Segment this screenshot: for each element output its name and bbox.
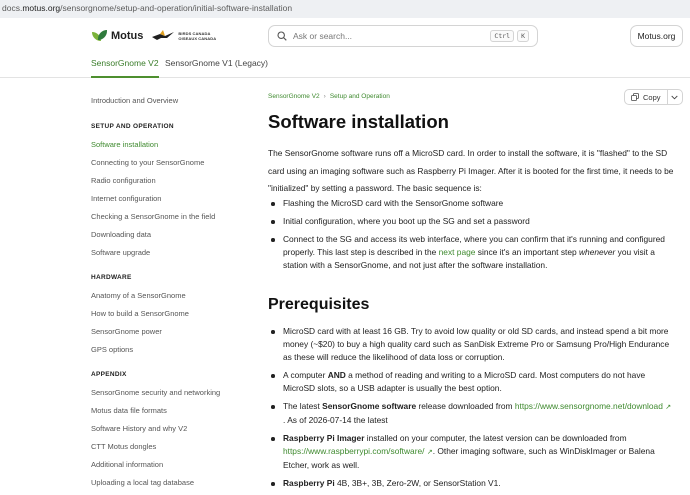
breadcrumb: SensorGnome V2 › Setup and Operation xyxy=(268,93,390,100)
sidebar-item-uploading-tag-database[interactable]: Uploading a local tag database xyxy=(91,477,251,495)
sidebar-item-data-file-formats[interactable]: Motus data file formats xyxy=(91,405,251,423)
bird-logo-icon xyxy=(152,30,175,40)
sidebar-item-downloading-data[interactable]: Downloading data xyxy=(91,229,251,247)
search-box[interactable]: Ask or search... Ctrl K xyxy=(268,25,538,47)
sidebar-item-internet-configuration[interactable]: Internet configuration xyxy=(91,193,251,211)
copy-options-button[interactable] xyxy=(668,90,682,104)
list-item: The latest SensorGnome software release … xyxy=(268,400,678,427)
list-item: Initial configuration, where you boot up… xyxy=(268,215,678,228)
motus-org-button[interactable]: Motus.org xyxy=(630,25,683,47)
search-icon xyxy=(277,31,287,41)
list-item: Flashing the MicroSD card with the Senso… xyxy=(268,197,678,210)
tab-sensorgnome-v2[interactable]: SensorGnome V2 xyxy=(91,58,159,78)
prerequisites-heading: Prerequisites xyxy=(268,296,370,313)
list-item: Raspberry Pi Imager installed on your co… xyxy=(268,432,678,472)
shortcut-key-k: K xyxy=(517,30,529,42)
site-logo[interactable]: Motus BIRDS CANADA OISEAUX CANADA xyxy=(92,27,216,45)
address-bar[interactable]: docs.motus.org/sensorgnome/setup-and-ope… xyxy=(0,0,690,18)
sidebar-heading-hardware: HARDWARE xyxy=(91,274,132,281)
sidebar-item-how-to-build[interactable]: How to build a SensorGnome xyxy=(91,308,251,326)
sidebar-item-connecting[interactable]: Connecting to your SensorGnome xyxy=(91,157,251,175)
intro-paragraph: The SensorGnome software runs off a Micr… xyxy=(268,148,674,193)
sidebar-item-software-upgrade[interactable]: Software upgrade xyxy=(91,247,251,265)
list-item: MicroSD card with at least 16 GB. Try to… xyxy=(268,325,678,364)
motus-leaf-icon xyxy=(92,30,108,42)
next-page-link[interactable]: next page xyxy=(439,247,476,257)
raspberrypi-software-link[interactable]: https://www.raspberrypi.com/software/ xyxy=(283,446,425,456)
list-item: A computer AND a method of reading and w… xyxy=(268,369,678,395)
external-link-icon: ↗ xyxy=(665,404,672,411)
sidebar-heading-setup: SETUP AND OPERATION xyxy=(91,123,174,130)
version-tabs: SensorGnome V2 SensorGnome V1 (Legacy) xyxy=(0,56,690,78)
page-title: Software installation xyxy=(268,111,449,132)
sidebar-item-introduction[interactable]: Introduction and Overview xyxy=(91,95,251,113)
sidebar-item-gps-options[interactable]: GPS options xyxy=(91,344,251,362)
list-item: Raspberry Pi 4B, 3B+, 3B, Zero-2W, or Se… xyxy=(268,477,678,490)
sidebar-item-additional-information[interactable]: Additional information xyxy=(91,459,251,477)
logo-text: Motus xyxy=(111,30,144,42)
partner-logo-text: BIRDS CANADA OISEAUX CANADA xyxy=(178,31,217,41)
sidebar-nav: Introduction and Overview SETUP AND OPER… xyxy=(91,95,251,495)
url-domain: motus.org xyxy=(22,3,61,13)
breadcrumb-item-setup[interactable]: Setup and Operation xyxy=(330,93,390,100)
prerequisites-list: MicroSD card with at least 16 GB. Try to… xyxy=(268,325,678,495)
sidebar-item-anatomy[interactable]: Anatomy of a SensorGnome xyxy=(91,290,251,308)
url-prefix: docs. xyxy=(2,3,23,13)
list-item: Connect to the SG and access its web int… xyxy=(268,233,678,272)
url-path: /sensorgnome/setup-and-operation/initial… xyxy=(60,3,293,13)
chevron-down-icon xyxy=(671,95,678,99)
steps-list: Flashing the MicroSD card with the Senso… xyxy=(268,197,678,277)
sidebar-item-checking-in-field[interactable]: Checking a SensorGnome in the field xyxy=(91,211,251,229)
site-header: Motus BIRDS CANADA OISEAUX CANADA Ask or… xyxy=(0,18,690,78)
breadcrumb-item-sensorgnome-v2[interactable]: SensorGnome V2 xyxy=(268,93,320,100)
sidebar-item-software-history[interactable]: Software History and why V2 xyxy=(91,423,251,441)
sidebar-item-ctt-dongles[interactable]: CTT Motus dongles xyxy=(91,441,251,459)
sidebar-item-power[interactable]: SensorGnome power xyxy=(91,326,251,344)
sidebar-item-radio-configuration[interactable]: Radio configuration xyxy=(91,175,251,193)
copy-button[interactable]: Copy xyxy=(625,90,668,104)
copy-label: Copy xyxy=(643,92,661,102)
tab-sensorgnome-v1-legacy[interactable]: SensorGnome V1 (Legacy) xyxy=(165,58,268,78)
shortcut-key-ctrl: Ctrl xyxy=(490,30,515,42)
sidebar-item-software-installation[interactable]: Software installation xyxy=(91,139,251,157)
sensorgnome-download-link[interactable]: https://www.sensorgnome.net/download xyxy=(515,401,663,411)
sidebar-heading-appendix: APPENDIX xyxy=(91,371,127,378)
chevron-right-icon: › xyxy=(323,93,326,100)
search-placeholder: Ask or search... xyxy=(293,31,353,41)
sidebar-item-security-networking[interactable]: SensorGnome security and networking xyxy=(91,387,251,405)
copy-icon xyxy=(631,93,639,101)
copy-control: Copy xyxy=(624,89,683,105)
